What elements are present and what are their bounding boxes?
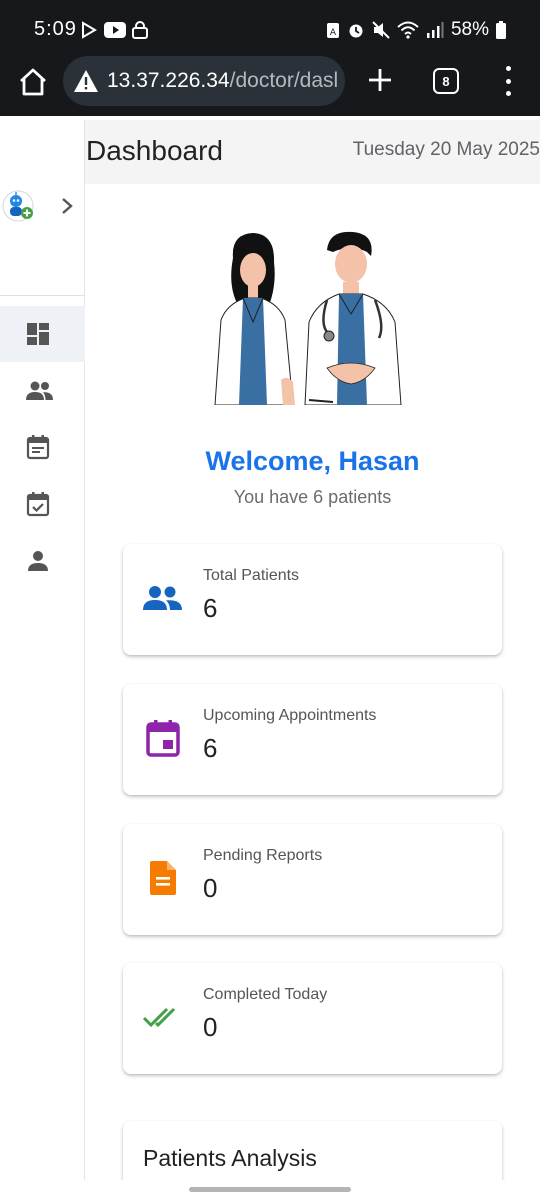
home-icon[interactable] bbox=[16, 65, 50, 99]
status-system-icons: A 58% bbox=[326, 19, 506, 41]
sidebar-item-patients[interactable] bbox=[0, 363, 85, 419]
status-bar: 5:09 A 58% bbox=[0, 0, 540, 50]
event-icon bbox=[143, 718, 183, 758]
battery-icon bbox=[496, 21, 506, 39]
patients-icon bbox=[26, 381, 53, 400]
calendar-icon bbox=[26, 435, 50, 460]
new-tab-icon[interactable] bbox=[366, 66, 394, 94]
profile-icon bbox=[28, 551, 48, 571]
url-text[interactable]: 13.37.226.34/doctor/dasl bbox=[107, 69, 338, 93]
battery-saver-icon: A bbox=[326, 23, 339, 38]
sidebar-item-completed[interactable] bbox=[0, 476, 85, 532]
event-check-icon bbox=[26, 492, 50, 517]
stat-label: Total Patients bbox=[203, 567, 300, 584]
stat-label: Completed Today bbox=[203, 986, 328, 1003]
dashboard-icon bbox=[27, 323, 49, 345]
sidebar bbox=[0, 120, 85, 1180]
doctors-illustration bbox=[214, 231, 402, 405]
stat-label: Pending Reports bbox=[203, 847, 323, 864]
wifi-icon bbox=[397, 21, 419, 39]
battery-percent: 58% bbox=[450, 19, 489, 40]
page-title: Dashboard bbox=[86, 135, 223, 166]
stat-value: 6 bbox=[203, 733, 218, 763]
dashboard-main: Welcome, Hasan You have 6 patients Total… bbox=[85, 184, 540, 1200]
mute-icon bbox=[372, 21, 390, 39]
more-menu-icon[interactable] bbox=[500, 66, 516, 96]
stat-card-pending-reports[interactable]: Pending Reports 0 bbox=[123, 824, 502, 935]
tab-count: 8 bbox=[442, 73, 450, 89]
sidebar-item-dashboard[interactable] bbox=[0, 306, 85, 362]
page-header: Dashboard Tuesday 20 May 2025 bbox=[85, 120, 540, 184]
welcome-title: Welcome, Hasan bbox=[205, 446, 420, 476]
play-store-icon bbox=[82, 21, 97, 39]
status-time: 5:09 bbox=[34, 18, 77, 40]
chevron-right-icon[interactable] bbox=[58, 196, 76, 216]
lock-icon bbox=[132, 21, 148, 39]
home-gesture-handle[interactable] bbox=[189, 1187, 351, 1192]
stat-card-completed-today[interactable]: Completed Today 0 bbox=[123, 963, 502, 1074]
url-path: /doctor/dasl bbox=[229, 69, 339, 92]
stat-value: 6 bbox=[203, 593, 218, 623]
done-all-icon bbox=[143, 997, 183, 1037]
stat-value: 0 bbox=[203, 873, 218, 903]
browser-toolbar: 13.37.226.34/doctor/dasl 8 bbox=[0, 50, 540, 116]
sidebar-item-appointments[interactable] bbox=[0, 419, 85, 475]
alarm-icon bbox=[349, 24, 363, 38]
url-host: 13.37.226.34 bbox=[107, 69, 230, 92]
address-bar[interactable]: 13.37.226.34/doctor/dasl bbox=[63, 56, 345, 106]
signal-icon bbox=[426, 22, 444, 38]
status-notification-icons bbox=[80, 21, 148, 39]
gesture-bar bbox=[0, 1180, 540, 1200]
sidebar-divider bbox=[0, 295, 85, 296]
stat-value: 0 bbox=[203, 1012, 218, 1042]
stat-card-total-patients[interactable]: Total Patients 6 bbox=[123, 544, 502, 655]
stat-card-upcoming-appointments[interactable]: Upcoming Appointments 6 bbox=[123, 684, 502, 795]
welcome-subtitle: You have 6 patients bbox=[233, 487, 392, 507]
document-icon bbox=[143, 858, 183, 898]
people-icon bbox=[143, 578, 183, 618]
analysis-title: Patients Analysis bbox=[143, 1145, 317, 1171]
current-date: Tuesday 20 May 2025 bbox=[352, 139, 540, 160]
sidebar-item-profile[interactable] bbox=[0, 533, 85, 589]
svg-text:A: A bbox=[330, 28, 337, 38]
tab-switcher-button[interactable]: 8 bbox=[433, 68, 459, 94]
app-logo-icon[interactable] bbox=[2, 190, 36, 224]
stat-label: Upcoming Appointments bbox=[203, 707, 377, 724]
warning-icon[interactable] bbox=[73, 69, 99, 93]
youtube-icon bbox=[104, 22, 126, 38]
